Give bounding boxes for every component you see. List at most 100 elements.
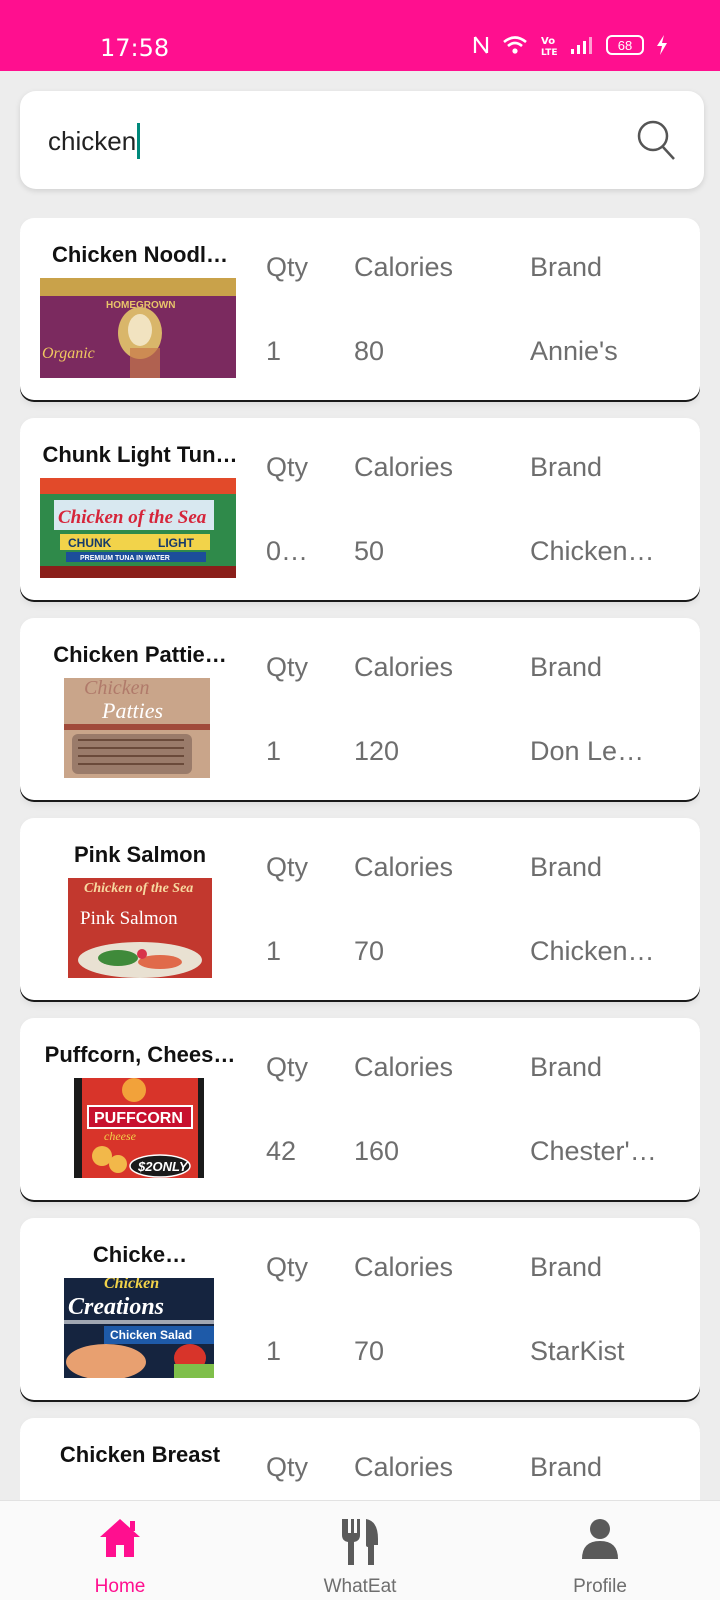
nav-label: Home <box>94 1576 146 1597</box>
food-thumbnail: Chicken of the Sea Pink Salmon <box>68 878 212 978</box>
brand-value: Annie's <box>530 336 618 366</box>
qty-label: Qty <box>266 1052 309 1082</box>
qty-value: 1 <box>266 336 282 366</box>
search-bar[interactable]: chicken <box>20 91 704 189</box>
thumb-text: $2ONLY <box>137 1159 189 1174</box>
food-name: Chicke… <box>92 1242 188 1267</box>
text-cursor <box>137 123 141 159</box>
results-list[interactable]: Chicken Noodl… HOMEGROWN Organic Qty Cal… <box>20 218 700 1500</box>
food-name: Chunk Light Tun… <box>42 442 238 467</box>
fork-knife-icon <box>342 1519 378 1565</box>
wifi-icon <box>503 36 527 54</box>
brand-label: Brand <box>530 852 603 882</box>
brand-value: Don Le… <box>530 736 645 766</box>
food-card[interactable]: Chicken Pattie… Chicken Patties Qty Calo… <box>20 618 700 800</box>
charging-icon <box>657 35 667 55</box>
thumb-text: PUFFCORN <box>94 1110 183 1127</box>
brand-value: Chester'… <box>530 1136 657 1166</box>
food-name: Chicken Breast <box>59 1442 221 1467</box>
food-thumbnail: Chicken Patties <box>64 678 210 778</box>
thumb-text: Chicken <box>104 1278 159 1292</box>
search-input[interactable]: chicken <box>48 123 141 159</box>
svg-text:LTE: LTE <box>541 48 558 56</box>
qty-label: Qty <box>266 1252 309 1282</box>
brand-label: Brand <box>530 1452 603 1482</box>
thumb-text: cheese <box>104 1129 137 1143</box>
thumb-text: Chicken <box>84 678 150 699</box>
thumb-text: LIGHT <box>158 536 195 550</box>
calories-value: 50 <box>354 536 385 566</box>
status-time: 17:58 <box>100 34 170 62</box>
thumb-text: Creations <box>68 1294 164 1320</box>
brand-value: StarKist <box>530 1336 625 1366</box>
food-thumbnail: Chicken of the Sea CHUNK LIGHT PREMIUM T… <box>40 478 236 578</box>
calories-label: Calories <box>354 852 454 882</box>
qty-value: 42 <box>266 1136 297 1166</box>
brand-value: Chicken… <box>530 536 655 566</box>
food-card[interactable]: Chicken Breast Qty Calories Brand <box>20 1418 700 1500</box>
calories-value: 160 <box>354 1136 400 1166</box>
nav-label: Profile <box>573 1576 627 1597</box>
calories-value: 80 <box>354 336 385 366</box>
qty-value: 0… <box>266 536 309 566</box>
bottom-nav: Home WhatEat Profile <box>0 1500 720 1600</box>
volte-icon: VoLTE <box>541 36 558 56</box>
food-card[interactable]: Puffcorn, Chees… PUFFCORN cheese $2ONLY … <box>20 1018 700 1200</box>
thumb-text: CHUNK <box>68 536 112 550</box>
calories-label: Calories <box>354 252 454 282</box>
thumb-text: Organic <box>42 345 95 362</box>
food-card[interactable]: Chicken Noodl… HOMEGROWN Organic Qty Cal… <box>20 218 700 400</box>
status-icons: Vo LTE 68 <box>472 34 668 56</box>
status-bar: 17:58 Vo LTE 68 <box>0 0 720 71</box>
home-icon <box>100 1519 140 1557</box>
calories-label: Calories <box>354 1452 454 1482</box>
nav-item-whateat[interactable]: WhatEat <box>240 1501 480 1600</box>
nav-item-profile[interactable]: Profile <box>480 1501 720 1600</box>
brand-value: Chicken… <box>530 936 655 966</box>
brand-label: Brand <box>530 1052 603 1082</box>
food-card[interactable]: Pink Salmon Chicken of the Sea Pink Salm… <box>20 818 700 1000</box>
food-name: Chicken Noodl… <box>51 242 228 267</box>
calories-value: 70 <box>354 936 385 966</box>
qty-label: Qty <box>266 652 309 682</box>
thumb-text: PREMIUM TUNA IN WATER <box>80 555 170 562</box>
brand-label: Brand <box>530 252 603 282</box>
thumb-text: Chicken of the Sea <box>58 507 207 528</box>
thumb-text: Chicken Salad <box>110 1328 192 1342</box>
nfc-icon <box>473 36 489 54</box>
food-name: Puffcorn, Chees… <box>44 1042 236 1067</box>
brand-label: Brand <box>530 452 603 482</box>
signal-icon <box>571 37 592 54</box>
battery-level: 68 <box>617 37 633 53</box>
food-name: Pink Salmon <box>73 842 207 867</box>
food-card[interactable]: Chicke… Chicken Creations Chicken Salad … <box>20 1218 700 1400</box>
qty-label: Qty <box>266 1452 309 1482</box>
brand-label: Brand <box>530 652 603 682</box>
thumb-text: Pink Salmon <box>80 908 178 929</box>
thumb-text: Patties <box>101 698 163 723</box>
svg-text:Vo: Vo <box>541 36 555 47</box>
calories-value: 120 <box>354 736 400 766</box>
qty-label: Qty <box>266 452 309 482</box>
calories-label: Calories <box>354 1052 454 1082</box>
nav-label: WhatEat <box>323 1576 397 1597</box>
battery-icon: 68 <box>606 35 644 55</box>
food-thumbnail: PUFFCORN cheese $2ONLY <box>74 1078 204 1178</box>
food-card[interactable]: Chunk Light Tun… Chicken of the Sea CHUN… <box>20 418 700 600</box>
qty-label: Qty <box>266 852 309 882</box>
food-thumbnail: HOMEGROWN Organic <box>40 278 236 378</box>
search-icon[interactable] <box>636 119 676 161</box>
qty-value: 1 <box>266 736 282 766</box>
calories-label: Calories <box>354 452 454 482</box>
qty-value: 1 <box>266 1336 282 1366</box>
calories-label: Calories <box>354 652 454 682</box>
food-thumbnail: Chicken Creations Chicken Salad <box>64 1278 214 1378</box>
person-icon <box>582 1519 618 1559</box>
calories-value: 70 <box>354 1336 385 1366</box>
thumb-text: Chicken of the Sea <box>84 881 193 896</box>
qty-label: Qty <box>266 252 309 282</box>
qty-value: 1 <box>266 936 282 966</box>
food-name: Chicken Pattie… <box>53 642 227 667</box>
search-input-value: chicken <box>48 125 137 156</box>
nav-item-home[interactable]: Home <box>0 1501 240 1600</box>
